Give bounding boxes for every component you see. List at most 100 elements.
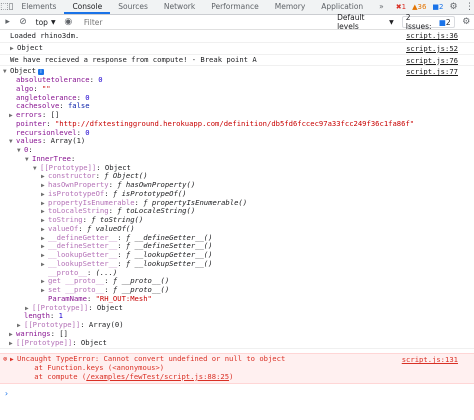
property-value: ƒ __proto__() — [112, 286, 170, 294]
tree-node-innertree[interactable]: ▼ InnerTree: — [3, 155, 474, 164]
prototype-member[interactable]: ▶ constructor: ƒ Object() — [3, 172, 474, 181]
prototype-member[interactable]: ▶ __defineSetter__: ƒ __defineSetter__() — [3, 242, 474, 251]
info-count-badge[interactable]: ■ 2 — [430, 2, 445, 12]
chevron-down-icon: ▼ — [50, 18, 56, 26]
clear-console-icon[interactable]: ⊘ — [15, 15, 30, 29]
object-property: cachesolve: false — [16, 102, 90, 111]
source-link[interactable]: script.js:131 — [402, 355, 458, 364]
chevron-down-icon: ▼ — [389, 18, 394, 26]
prototype-member[interactable]: ▶ toLocaleString: ƒ toLocaleString() — [3, 207, 474, 216]
expand-triangle-icon: ▶ — [41, 199, 45, 207]
error-text: Uncaught TypeError: Cannot convert undef… — [17, 355, 286, 364]
customize-menu-icon[interactable]: ⋮ — [462, 0, 474, 14]
property-key: ParamName — [48, 294, 87, 303]
message-text: We have recieved a response from compute… — [10, 55, 257, 64]
source-link[interactable]: script.js:76 — [406, 56, 458, 65]
object-summary[interactable]: ▶ Object — [10, 44, 474, 53]
tab-memory[interactable]: Memory — [267, 0, 314, 14]
collapse-triangle-icon: ▼ — [17, 147, 21, 154]
error-count-badge[interactable]: ✖ 1 — [394, 2, 408, 12]
expand-triangle-icon: ▶ — [41, 243, 45, 251]
tab-performance[interactable]: Performance — [203, 0, 267, 14]
show-sidebar-icon[interactable]: ▸ — [0, 15, 15, 29]
property-key: __lookupGetter__ — [48, 251, 118, 259]
expand-triangle-icon: ▶ — [10, 44, 14, 52]
property-value: Object — [96, 303, 123, 312]
prototype-member[interactable]: ▶ valueOf: ƒ valueOf() — [3, 225, 474, 234]
prototype-member[interactable]: ▶ get __proto__: ƒ __proto__() — [3, 277, 474, 286]
tree-node-paramname: ParamName: "RH_OUT:Mesh" — [48, 294, 152, 303]
tab-network[interactable]: Network — [156, 0, 203, 14]
prototype-member[interactable]: ▶ __lookupSetter__: ƒ __lookupSetter__() — [3, 260, 474, 269]
info-icon: ■ — [432, 3, 440, 11]
property-value: Object — [80, 338, 107, 347]
prototype-member[interactable]: ▶ propertyIsEnumerable: ƒ propertyIsEnume… — [3, 199, 474, 208]
console-prompt[interactable]: › — [0, 390, 474, 399]
inspect-element-icon[interactable]: ⬚ — [0, 0, 9, 14]
expand-triangle-icon: ▶ — [41, 182, 45, 189]
tree-node-prototype[interactable]: ▶ [[Prototype]]: Array(0) — [3, 321, 474, 330]
context-selector[interactable]: top ▼ — [31, 15, 61, 29]
property-value: ƒ hasOwnProperty() — [117, 181, 196, 189]
warning-count-badge[interactable]: ▲ 36 — [410, 2, 428, 12]
tab-elements[interactable]: Elements — [13, 0, 64, 14]
tree-node-warnings[interactable]: ▶ warnings: [] — [3, 330, 474, 339]
source-link[interactable]: script.js:77 — [406, 67, 458, 76]
property-key: 0 — [24, 146, 29, 154]
property-key: get __proto__ — [48, 277, 105, 286]
object-property: absolutetolerance: 0 — [16, 76, 103, 84]
tree-node-prototype[interactable]: ▶ [[Prototype]]: Object — [3, 339, 474, 348]
property-value: "" — [41, 84, 51, 93]
property-key: cachesolve — [16, 102, 60, 111]
tab-application[interactable]: Application — [313, 0, 371, 14]
property-key: toString — [48, 216, 83, 224]
prototype-members: ▶ constructor: ƒ Object() ▶ hasOwnProperty:… — [3, 172, 474, 295]
tree-node-values[interactable]: ▼ values: Array(1) — [3, 137, 474, 146]
expand-triangle-icon: ▶ — [41, 252, 45, 259]
live-expression-eye-icon[interactable]: ◉ — [61, 15, 76, 29]
console-settings-gear-icon[interactable]: ⚙ — [459, 15, 474, 29]
property-key: toLocaleString — [48, 207, 109, 216]
property-value: 0 — [85, 128, 90, 137]
source-link[interactable]: script.js:36 — [406, 31, 458, 40]
object-property[interactable]: ▶ errors: [] — [3, 111, 474, 120]
console-output: Loaded rhino3dm. script.js:36 ▶ Object sc… — [0, 30, 474, 420]
filter-input[interactable] — [83, 17, 334, 27]
prototype-member[interactable]: ▶ isPrototypeOf: ƒ isPrototypeOf() — [3, 190, 474, 199]
info-icon[interactable]: i — [37, 69, 44, 76]
tree-node-prototype[interactable]: ▼ [[Prototype]]: Object — [3, 164, 474, 173]
stack-frame-prefix: at compute ( — [17, 372, 87, 381]
prototype-member[interactable]: ▶ __defineGetter__: ƒ __defineGetter__() — [3, 234, 474, 243]
prototype-member[interactable]: ▶ set __proto__: ƒ __proto__() — [3, 286, 474, 295]
property-value: ƒ toLocaleString() — [117, 207, 196, 216]
issues-button[interactable]: 2 Issues: ■ 2 — [401, 13, 455, 31]
issues-icon: ■ — [438, 17, 446, 27]
property-value: false — [67, 102, 90, 111]
object-header[interactable]: ▼ Object i — [3, 67, 474, 76]
source-link[interactable]: script.js:52 — [406, 44, 458, 53]
stack-frame-suffix: ) — [229, 372, 234, 381]
prototype-member[interactable]: ▶ toString: ƒ toString() — [3, 216, 474, 225]
stack-frame-link[interactable]: /examples/fewTest/script.js:88:25 — [86, 373, 229, 381]
property-key: values — [16, 137, 42, 146]
expand-triangle-icon: ▶ — [9, 330, 13, 338]
property-value: [] — [59, 329, 68, 338]
object-label: Object — [17, 43, 43, 52]
property-key: length — [24, 312, 50, 321]
tab-sources[interactable]: Sources — [110, 0, 156, 14]
tree-node-zero[interactable]: ▼ 0: — [3, 146, 474, 155]
prototype-member[interactable]: ▶ __lookupGetter__: ƒ __lookupGetter__() — [3, 251, 474, 260]
settings-gear-icon[interactable]: ⚙ — [446, 0, 462, 14]
prototype-member[interactable]: ▶ hasOwnProperty: ƒ hasOwnProperty() — [3, 181, 474, 190]
property-key: __defineSetter__ — [48, 242, 118, 251]
tree-node-prototype[interactable]: ▶ [[Prototype]]: Object — [3, 304, 474, 313]
context-label: top — [35, 17, 48, 27]
more-tabs-button[interactable]: » — [371, 0, 392, 14]
console-message: ▶ Object script.js:52 — [0, 43, 474, 55]
error-circle-icon: ⊗ — [3, 355, 8, 364]
log-levels-dropdown[interactable]: Default levels ▼ — [333, 13, 398, 31]
property-value: ƒ toString() — [91, 216, 144, 224]
object-label: Object — [10, 67, 36, 76]
prototype-member[interactable]: __proto__: (...) — [3, 269, 474, 278]
tab-console[interactable]: Console — [64, 0, 111, 14]
